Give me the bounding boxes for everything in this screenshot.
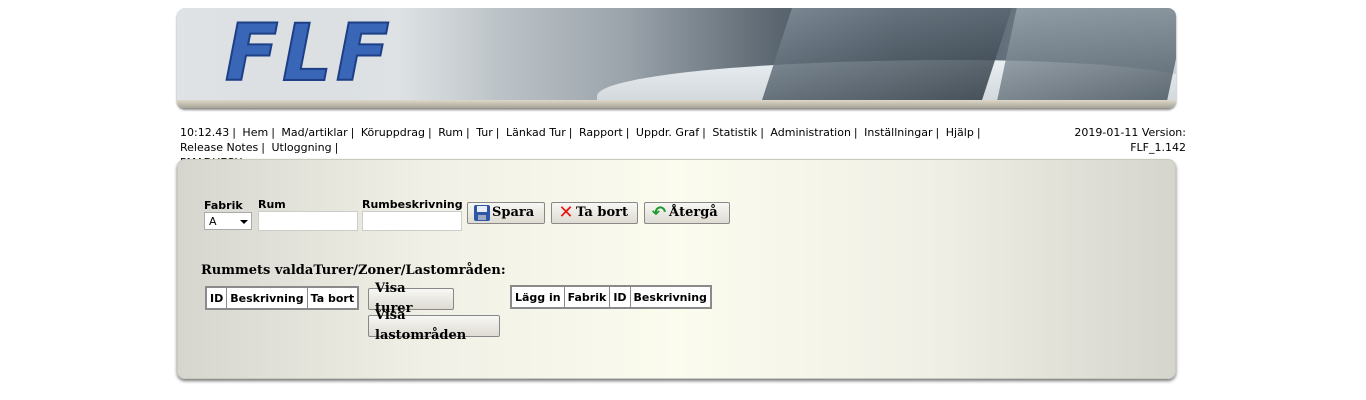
menu-item-mad-artiklar[interactable]: Mad/artiklar [281, 126, 347, 139]
column-header-beskrivning: Beskrivning [226, 286, 308, 310]
available-items-table: Lägg in Fabrik ID Beskrivning [510, 285, 712, 309]
app-logo: FLF [224, 9, 394, 99]
clock-time: 10:12.43 [180, 126, 230, 139]
save-button[interactable]: Spara [467, 202, 545, 224]
menu-item-rum[interactable]: Rum [438, 126, 463, 139]
menu-item-hem[interactable]: Hem [242, 126, 268, 139]
banner-car-window-rear [997, 8, 1176, 100]
header-banner: FLF [177, 8, 1176, 108]
revert-button-label: Återgå [669, 205, 718, 220]
undo-arrow-icon: ↶ [651, 203, 667, 223]
banner-bottom-bar [177, 100, 1176, 108]
floppy-disk-icon [474, 205, 490, 221]
menu-item-installningar[interactable]: Inställningar [864, 126, 932, 139]
menu-item-administration[interactable]: Administration [770, 126, 851, 139]
menu-item-release-notes[interactable]: Release Notes [180, 141, 258, 154]
menu-item-uppdr-graf[interactable]: Uppdr. Graf [636, 126, 699, 139]
rumbeskrivning-label: Rumbeskrivning [362, 198, 463, 211]
save-button-label: Spara [492, 205, 535, 220]
chevron-down-icon [240, 220, 248, 224]
column-header-id: ID [609, 285, 631, 309]
red-x-icon: ✕ [558, 202, 574, 223]
selected-items-heading: Rummets valdaTurer/Zoner/Lastområden: [201, 263, 506, 278]
version-line-2: FLF_1.142 [1130, 141, 1186, 154]
version-line-1: 2019-01-11 Version: [1074, 126, 1186, 139]
column-header-ta-bort: Ta bort [306, 286, 359, 310]
revert-button[interactable]: ↶ Återgå [644, 202, 730, 224]
menu-item-lankad-tur[interactable]: Länkad Tur [506, 126, 566, 139]
table-header-row: Lägg in Fabrik ID Beskrivning [510, 285, 712, 309]
fabrik-select-value: A [209, 215, 217, 228]
menu-item-tur[interactable]: Tur [476, 126, 493, 139]
rumbeskrivning-input[interactable] [362, 211, 462, 231]
menu-item-statistik[interactable]: Statistik [712, 126, 757, 139]
menu-item-koruppdrag[interactable]: Köruppdrag [361, 126, 425, 139]
menu-item-hjalp[interactable]: Hjälp [946, 126, 974, 139]
column-header-id: ID [205, 286, 228, 310]
selected-items-table: ID Beskrivning Ta bort [205, 286, 360, 310]
column-header-beskrivning: Beskrivning [629, 285, 712, 309]
show-load-areas-button[interactable]: Visa lastområden [368, 308, 500, 343]
fabrik-select[interactable]: A [204, 212, 252, 230]
version-info: 2019-01-11 Version: FLF_1.142 [1060, 125, 1186, 155]
delete-button[interactable]: ✕ Ta bort [551, 202, 638, 224]
menu-item-utloggning[interactable]: Utloggning [271, 141, 331, 154]
delete-button-label: Ta bort [576, 205, 628, 220]
fabrik-label: Fabrik [204, 199, 243, 212]
table-header-row: ID Beskrivning Ta bort [205, 286, 359, 310]
banner-car-window [762, 8, 1012, 100]
column-header-lagg-in: Lägg in [510, 285, 565, 309]
menu-item-rapport[interactable]: Rapport [579, 126, 623, 139]
rum-input[interactable] [258, 211, 358, 231]
rum-label: Rum [258, 198, 286, 211]
column-header-fabrik: Fabrik [563, 285, 611, 309]
